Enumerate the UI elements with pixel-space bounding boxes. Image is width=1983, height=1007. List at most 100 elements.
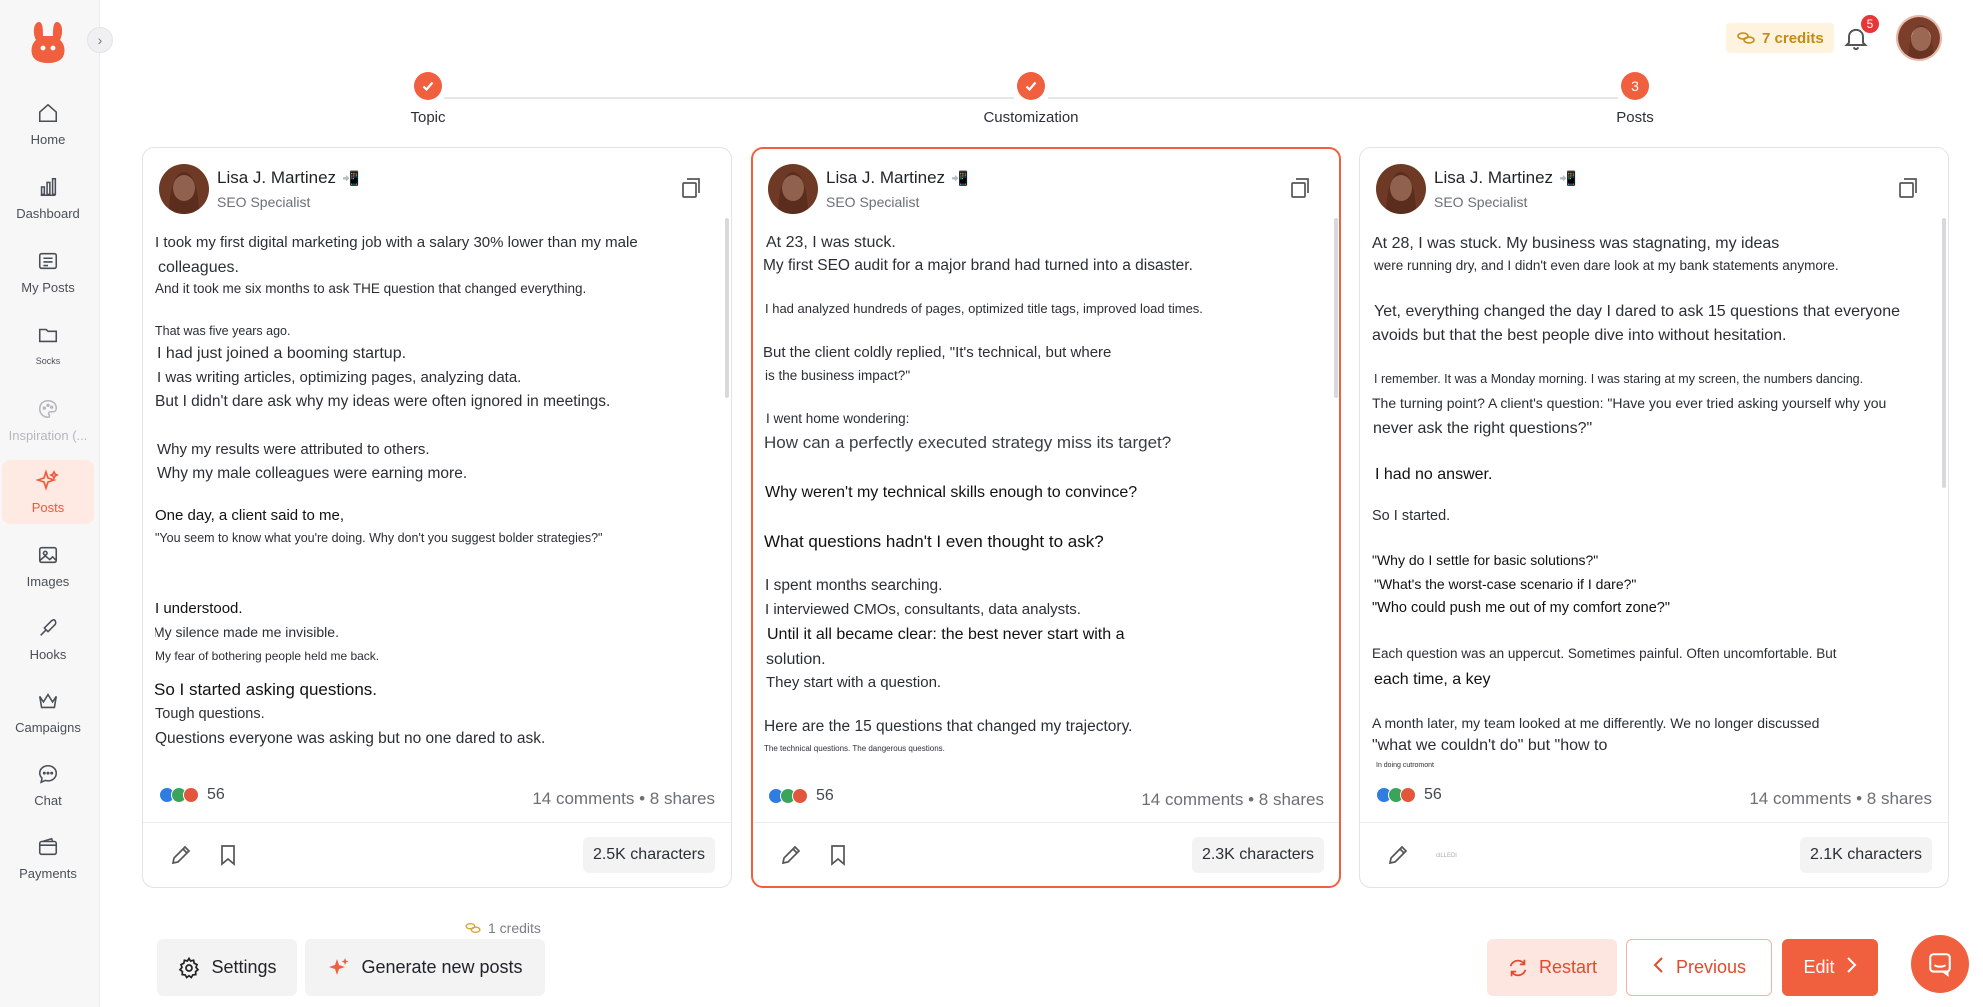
pencil-icon[interactable] bbox=[779, 843, 803, 867]
reaction-icons bbox=[1376, 787, 1416, 803]
bookmark-icon[interactable] bbox=[827, 843, 849, 867]
sidebar-toggle-button[interactable]: › bbox=[87, 27, 113, 53]
generate-new-posts-button[interactable]: Generate new posts bbox=[305, 939, 545, 996]
sidebar-item-label: Posts bbox=[31, 500, 65, 515]
sidebar-item-label: Payments bbox=[19, 866, 77, 881]
post-body: At 28, I was stuck. My business was stag… bbox=[1372, 234, 1930, 924]
post-scrollbar[interactable] bbox=[1942, 218, 1946, 488]
author-name: Lisa J. Martinez bbox=[826, 168, 946, 187]
post-line: Each question was an uppercut. Sometimes… bbox=[1372, 646, 1837, 661]
post-line: Tough questions. bbox=[155, 706, 265, 722]
sidebar-item-chat[interactable]: Chat bbox=[2, 753, 94, 817]
post-card-3[interactable]: Lisa J. Martinez 📲 SEO Specialist At 28, … bbox=[1359, 147, 1949, 888]
reaction-count: 56 bbox=[207, 786, 225, 803]
edit-button[interactable]: Edit bbox=[1782, 939, 1878, 996]
bookmark-icon[interactable] bbox=[217, 843, 239, 867]
post-card-1[interactable]: Lisa J. Martinez 📲 SEO Specialist I took … bbox=[142, 147, 732, 888]
post-line: were running dry, and I didn't even dare… bbox=[1374, 258, 1839, 273]
reactions[interactable]: 56 bbox=[1376, 786, 1442, 804]
sidebar-item-hooks[interactable]: Hooks bbox=[2, 607, 94, 671]
image-icon bbox=[35, 542, 61, 568]
app-logo[interactable] bbox=[26, 18, 70, 66]
post-line: I spent months searching. bbox=[765, 577, 943, 594]
post-line: solution. bbox=[766, 651, 826, 668]
author-name: Lisa J. Martinez bbox=[1434, 168, 1554, 187]
reaction-icons bbox=[159, 787, 199, 803]
sidebar-item-dashboard[interactable]: Dashboard bbox=[2, 166, 94, 230]
support-chat-button[interactable] bbox=[1911, 935, 1969, 993]
sidebar-item-home[interactable]: Home bbox=[2, 92, 94, 156]
post-card-2[interactable]: Lisa J. Martinez 📲 SEO Specialist At 23, … bbox=[751, 147, 1341, 888]
post-line: colleagues. bbox=[158, 259, 239, 276]
coins-icon bbox=[1737, 32, 1755, 44]
post-line: The technical questions. The dangerous q… bbox=[764, 744, 945, 753]
sidebar-item-my-posts[interactable]: My Posts bbox=[2, 240, 94, 304]
post-line: I had no answer. bbox=[1375, 466, 1493, 483]
step-label: Customization bbox=[983, 109, 1079, 126]
sidebar-item-label: Images bbox=[26, 574, 70, 589]
sidebar-item-payments[interactable]: Payments bbox=[2, 826, 94, 890]
post-body: I took my first digital marketing job wi… bbox=[155, 234, 713, 924]
post-line: I took my first digital marketing job wi… bbox=[155, 234, 638, 251]
home-icon bbox=[35, 100, 61, 126]
post-line: At 23, I was stuck. bbox=[766, 234, 896, 251]
sidebar-item-socks[interactable]: Socks bbox=[2, 314, 94, 378]
crown-icon bbox=[35, 688, 61, 714]
post-line: I interviewed CMOs, consultants, data an… bbox=[765, 601, 1081, 618]
settings-button[interactable]: Settings bbox=[157, 939, 297, 996]
sidebar-item-inspiration[interactable]: Inspiration (... bbox=[2, 388, 94, 452]
character-count-badge: 2.1K characters bbox=[1799, 837, 1932, 873]
post-line: "Why do I settle for basic solutions?" bbox=[1372, 552, 1599, 568]
post-header: Lisa J. Martinez 📲 SEO Specialist bbox=[159, 164, 359, 214]
post-scrollbar[interactable] bbox=[1334, 218, 1338, 398]
post-line: I had just joined a booming startup. bbox=[157, 345, 407, 362]
wallet-icon bbox=[35, 834, 61, 860]
footer-faint-text: clLLEDl bbox=[1436, 853, 1457, 859]
pencil-icon[interactable] bbox=[169, 843, 193, 867]
reaction-count: 56 bbox=[1424, 786, 1442, 803]
post-line: "You seem to know what you're doing. Why… bbox=[155, 531, 603, 545]
sidebar-item-label: Dashboard bbox=[16, 206, 80, 221]
reactions[interactable]: 56 bbox=[159, 786, 225, 804]
stepper-line-1 bbox=[444, 97, 1014, 99]
step-customization[interactable]: Customization bbox=[951, 72, 1111, 126]
step-topic[interactable]: Topic bbox=[348, 72, 508, 126]
reaction-icons bbox=[768, 788, 808, 804]
post-line: "What's the worst-case scenario if I dar… bbox=[1374, 576, 1637, 592]
credits-badge[interactable]: 7 credits bbox=[1726, 23, 1834, 53]
sidebar-item-campaigns[interactable]: Campaigns bbox=[2, 680, 94, 744]
post-footer: 2.5K characters bbox=[143, 822, 731, 888]
sidebar-item-posts[interactable]: Posts bbox=[2, 460, 94, 524]
mobile-phone-icon: 📲 bbox=[1559, 169, 1577, 186]
chevron-right-icon: › bbox=[97, 32, 103, 48]
sidebar-item-label: Home bbox=[30, 132, 66, 147]
user-avatar[interactable] bbox=[1896, 15, 1942, 61]
post-line: The turning point? A client's question: … bbox=[1372, 395, 1887, 411]
sidebar-item-label: My Posts bbox=[21, 280, 75, 295]
copy-icon[interactable] bbox=[679, 176, 703, 200]
restart-button[interactable]: Restart bbox=[1487, 939, 1617, 996]
previous-button[interactable]: Previous bbox=[1626, 939, 1772, 996]
post-line: never ask the right questions?" bbox=[1373, 420, 1593, 437]
post-line: That was five years ago. bbox=[155, 324, 291, 338]
post-line: Why weren't my technical skills enough t… bbox=[765, 484, 1138, 501]
copy-icon[interactable] bbox=[1288, 176, 1312, 200]
pencil-icon[interactable] bbox=[1386, 843, 1410, 867]
generate-label: Generate new posts bbox=[361, 957, 523, 977]
love-icon bbox=[1400, 787, 1416, 803]
post-line: is the business impact?" bbox=[765, 368, 911, 383]
post-line: Until it all became clear: the best neve… bbox=[767, 626, 1125, 643]
reactions[interactable]: 56 bbox=[768, 787, 834, 805]
character-count-badge: 2.3K characters bbox=[1191, 837, 1324, 873]
sidebar-item-images[interactable]: Images bbox=[2, 534, 94, 598]
sidebar-item-label: Socks bbox=[35, 356, 61, 366]
step-posts[interactable]: 3 Posts bbox=[1555, 72, 1715, 126]
post-line: In doing cutromont bbox=[1376, 762, 1434, 769]
sparkle-icon bbox=[35, 468, 61, 494]
post-scrollbar[interactable] bbox=[725, 218, 729, 398]
copy-icon[interactable] bbox=[1896, 176, 1920, 200]
post-line: One day, a client said to me, bbox=[155, 507, 344, 524]
stepper-line-2 bbox=[1048, 97, 1618, 99]
post-line: But I didn't dare ask why my ideas were … bbox=[155, 393, 611, 410]
post-line: I understood. bbox=[155, 600, 243, 617]
